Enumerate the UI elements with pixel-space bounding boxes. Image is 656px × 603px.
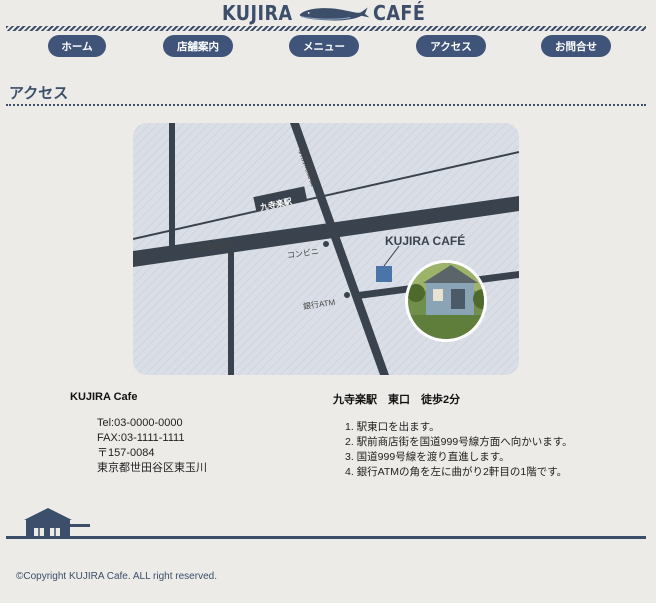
map-label-cafe: KUJIRA CAFÉ [385,234,466,248]
map-graphic [133,123,519,375]
house-icon [24,508,90,538]
nav-contact-button[interactable]: お問合せ [541,35,611,57]
nav-menu-button[interactable]: メニュー [289,35,359,57]
nav-home-button[interactable]: ホーム [48,35,106,57]
logo-text-right: CAFÉ [372,1,425,25]
shop-tel: Tel:03-0000-0000 [97,417,183,429]
directions-step: 1. 駅東口を出ます。 [345,421,440,433]
access-map: 駅前商店街 九寺楽駅 国道999号 コンビニ 銀行ATM KUJIRA CAFÉ [133,123,519,375]
directions-step: 4. 銀行ATMの角を左に曲がり2軒目の1階です。 [345,466,568,478]
header-stripe [6,26,646,31]
cafe-marker [376,266,392,282]
copyright-text: ©Copyright KUJIRA Cafe. ALL right reserv… [16,571,217,582]
whale-icon [299,7,370,21]
footer-ground-line [6,536,646,539]
site-header: KUJIRA CAFÉ [0,0,656,26]
directions: 九寺楽駅 東口 徒歩2分 1. 駅東口を出ます。 2. 駅前商店街を国道999号… [333,391,573,480]
shop-fax: FAX:03-1111-1111 [97,432,185,444]
shop-info: KUJIRA Cafe Tel:03-0000-0000 FAX:03-1111… [70,391,207,476]
directions-steps: 1. 駅東口を出ます。 2. 駅前商店街を国道999号線方面へ向かいます。 3.… [345,420,573,480]
title-divider [6,104,646,106]
nav-store-info-button[interactable]: 店舗案内 [163,35,233,57]
directions-step: 3. 国道999号線を渡り直進します。 [345,451,510,463]
site-logo[interactable]: KUJIRA CAFÉ [222,1,432,25]
logo-text-left: KUJIRA [222,1,293,25]
directions-title: 九寺楽駅 東口 徒歩2分 [333,394,461,406]
nav-access-button[interactable]: アクセス [416,35,486,57]
shop-name: KUJIRA Cafe [70,391,138,403]
directions-step: 2. 駅前商店街を国道999号線方面へ向かいます。 [345,436,573,448]
main-nav: ホーム 店舗案内 メニュー アクセス お問合せ [0,35,656,59]
page-title: アクセス [9,85,69,102]
shop-zip: 〒157-0084 [97,447,155,459]
shop-address: 東京都世田谷区東玉川 [97,462,207,474]
